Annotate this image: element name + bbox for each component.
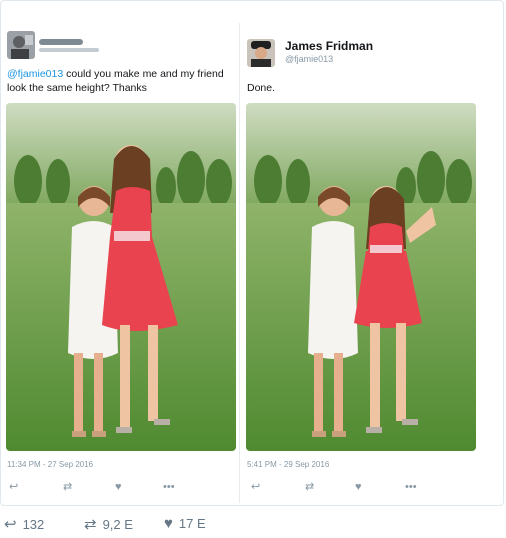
left-action-bar: ↩ ⇄ ♥ ••• <box>7 479 217 495</box>
reply-stat[interactable]: ↩ 132 <box>4 515 44 533</box>
right-tweet-text: Done. <box>247 82 276 94</box>
retweet-stat[interactable]: ⇄ 9,2 E <box>84 515 133 533</box>
divider <box>239 23 240 503</box>
original-photo[interactable] <box>6 103 236 451</box>
retweet-icon[interactable]: ⇄ <box>63 479 72 495</box>
engagement-footer: ↩ 132 ⇄ 9,2 E ♥ 17 E <box>0 511 506 538</box>
reply-icon: ↩ <box>4 516 17 533</box>
left-tweet-text: @fjamie013 could you make me and my frie… <box>7 67 237 95</box>
left-avatar[interactable] <box>7 31 35 59</box>
heart-icon[interactable]: ♥ <box>115 479 122 495</box>
retweet-count: 9,2 E <box>102 516 133 532</box>
like-count: 17 E <box>178 516 206 531</box>
edited-photo[interactable] <box>246 103 476 451</box>
right-timestamp[interactable]: 5:41 PM - 29 Sep 2016 <box>247 460 329 469</box>
right-avatar[interactable] <box>247 39 275 67</box>
right-action-bar: ↩ ⇄ ♥ ••• <box>247 479 457 495</box>
retweet-icon: ⇄ <box>84 516 97 533</box>
heart-icon[interactable]: ♥ <box>355 479 362 495</box>
author-handle[interactable]: @fjamie013 <box>285 54 333 64</box>
reply-icon[interactable]: ↩ <box>9 479 18 495</box>
retweet-icon[interactable]: ⇄ <box>305 479 314 495</box>
blurred-author-handle <box>39 48 99 52</box>
blurred-author-name <box>39 39 83 45</box>
left-timestamp[interactable]: 11:34 PM - 27 Sep 2016 <box>7 460 93 469</box>
heart-icon: ♥ <box>164 515 173 532</box>
mention-link[interactable]: @fjamie013 <box>7 68 63 80</box>
right-tweet: James Fridman @fjamie013 Done. 5:41 PM -… <box>243 1 479 507</box>
tweet-pair-card: @fjamie013 could you make me and my frie… <box>0 0 504 506</box>
author-name[interactable]: James Fridman <box>285 39 373 53</box>
more-options-button[interactable]: ••• <box>405 479 417 495</box>
reply-count: 132 <box>22 516 45 532</box>
like-stat[interactable]: ♥ 17 E <box>164 515 206 532</box>
left-tweet: @fjamie013 could you make me and my frie… <box>1 1 237 507</box>
more-options-button[interactable]: ••• <box>163 479 175 495</box>
reply-icon[interactable]: ↩ <box>251 479 260 495</box>
